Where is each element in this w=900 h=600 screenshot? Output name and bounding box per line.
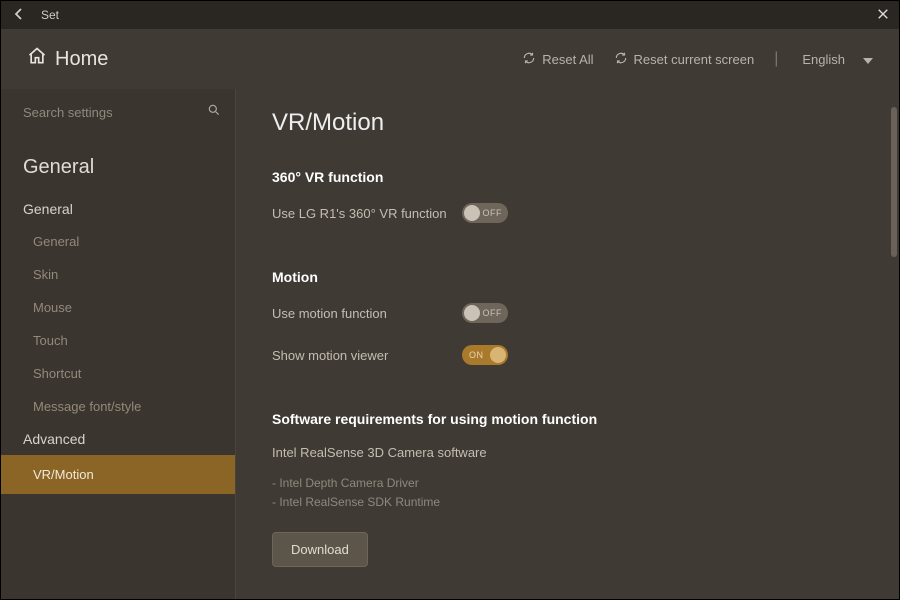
reset-all-label: Reset All bbox=[542, 52, 593, 67]
sidebar-group-advanced[interactable]: Advanced bbox=[1, 423, 235, 455]
reset-all-button[interactable]: Reset All bbox=[522, 51, 593, 68]
search-field[interactable] bbox=[23, 103, 221, 122]
scrollbar-thumb[interactable] bbox=[891, 107, 897, 257]
label-show-viewer: Show motion viewer bbox=[272, 348, 462, 363]
language-label: English bbox=[802, 52, 845, 67]
sidebar-category-general: General bbox=[1, 146, 235, 193]
settings-window: Set Home Reset All Reset current screen … bbox=[0, 0, 900, 600]
language-select[interactable]: English bbox=[802, 52, 873, 67]
row-use-vr: Use LG R1's 360° VR function OFF bbox=[272, 203, 875, 223]
sidebar-item-skin[interactable]: Skin bbox=[1, 258, 235, 291]
home-label: Home bbox=[55, 48, 108, 71]
refresh-icon bbox=[522, 51, 536, 68]
sidebar-item-shortcut[interactable]: Shortcut bbox=[1, 357, 235, 390]
sidebar-item-vrmotion[interactable]: VR/Motion bbox=[1, 455, 235, 494]
toggle-use-motion[interactable]: OFF bbox=[462, 303, 508, 323]
page-title: VR/Motion bbox=[272, 109, 875, 137]
header-divider: | bbox=[774, 50, 778, 68]
label-use-vr: Use LG R1's 360° VR function bbox=[272, 206, 462, 221]
window-title: Set bbox=[41, 8, 59, 22]
section-vr-title: 360° VR function bbox=[272, 169, 875, 185]
sidebar: General General General Skin Mouse Touch… bbox=[1, 89, 235, 599]
toggle-text: OFF bbox=[483, 208, 503, 218]
toggle-use-vr[interactable]: OFF bbox=[462, 203, 508, 223]
section-motion-title: Motion bbox=[272, 269, 875, 285]
home-button[interactable]: Home bbox=[27, 46, 108, 72]
content-pane: VR/Motion 360° VR function Use LG R1's 3… bbox=[235, 89, 899, 599]
home-icon bbox=[27, 46, 47, 72]
toggle-text: ON bbox=[469, 350, 484, 360]
download-button[interactable]: Download bbox=[272, 532, 368, 567]
chevron-down-icon bbox=[863, 52, 873, 67]
sidebar-item-general[interactable]: General bbox=[1, 225, 235, 258]
close-icon[interactable] bbox=[869, 7, 889, 23]
section-req-title: Software requirements for using motion f… bbox=[272, 411, 875, 427]
req-item: - Intel Depth Camera Driver bbox=[272, 474, 875, 493]
sidebar-item-touch[interactable]: Touch bbox=[1, 324, 235, 357]
row-use-motion: Use motion function OFF bbox=[272, 303, 875, 323]
sidebar-item-mouse[interactable]: Mouse bbox=[1, 291, 235, 324]
toggle-knob bbox=[490, 347, 506, 363]
toggle-show-viewer[interactable]: ON bbox=[462, 345, 508, 365]
req-list: - Intel Depth Camera Driver - Intel Real… bbox=[272, 474, 875, 512]
sidebar-group-general[interactable]: General bbox=[1, 193, 235, 225]
req-desc: Intel RealSense 3D Camera software bbox=[272, 445, 875, 460]
toggle-knob bbox=[464, 305, 480, 321]
search-icon[interactable] bbox=[207, 103, 221, 122]
reset-screen-label: Reset current screen bbox=[634, 52, 755, 67]
back-icon[interactable] bbox=[11, 6, 27, 25]
sidebar-item-msgfont[interactable]: Message font/style bbox=[1, 390, 235, 423]
req-item: - Intel RealSense SDK Runtime bbox=[272, 493, 875, 512]
reset-screen-button[interactable]: Reset current screen bbox=[614, 51, 755, 68]
header: Home Reset All Reset current screen | En… bbox=[1, 29, 899, 89]
refresh-icon bbox=[614, 51, 628, 68]
toggle-text: OFF bbox=[483, 308, 503, 318]
label-use-motion: Use motion function bbox=[272, 306, 462, 321]
titlebar: Set bbox=[1, 1, 899, 29]
toggle-knob bbox=[464, 205, 480, 221]
row-show-viewer: Show motion viewer ON bbox=[272, 345, 875, 365]
search-input[interactable] bbox=[23, 105, 207, 120]
